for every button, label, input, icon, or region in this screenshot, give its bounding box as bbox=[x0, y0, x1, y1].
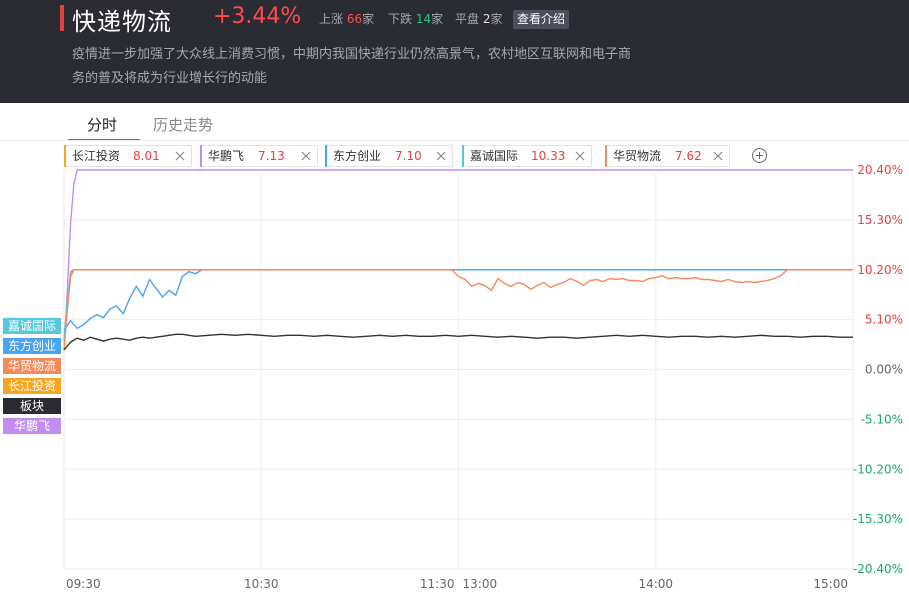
legend-tag: 华鹏飞 bbox=[3, 418, 61, 434]
y-tick-label: -10.20% bbox=[853, 462, 903, 476]
y-tick-label: -15.30% bbox=[853, 512, 903, 526]
chart-grid bbox=[63, 169, 854, 570]
legend-tag: 嘉诚国际 bbox=[3, 318, 61, 334]
x-tick-label: 13:00 bbox=[463, 577, 498, 591]
y-tick-label: 15.30% bbox=[857, 213, 903, 227]
x-tick-label: 15:00 bbox=[813, 577, 848, 591]
y-tick-label: 10.20% bbox=[857, 263, 903, 277]
legend-tag: 东方创业 bbox=[3, 338, 61, 354]
legend-tag: 长江投资 bbox=[3, 378, 61, 394]
x-tick-label: 11:30 bbox=[420, 577, 455, 591]
x-axis-labels: 09:30 10:30 11:30 13:00 14:00 15:00 bbox=[66, 577, 848, 591]
y-tick-label: -20.40% bbox=[853, 562, 903, 576]
intraday-chart: 20.40% 15.30% 10.20% 5.10% 0.00% -5.10% -10.20… bbox=[63, 163, 903, 591]
y-axis-labels: 20.40% 15.30% 10.20% 5.10% 0.00% -5.10% -10.20… bbox=[853, 163, 903, 576]
y-tick-label: 0.00% bbox=[865, 363, 903, 377]
y-tick-label: 5.10% bbox=[865, 313, 903, 327]
x-tick-label: 10:30 bbox=[244, 577, 279, 591]
y-tick-label: 20.40% bbox=[857, 163, 903, 177]
y-tick-label: -5.10% bbox=[861, 412, 903, 426]
legend-tag: 华贸物流 bbox=[3, 358, 61, 374]
legend-tag: 板块 bbox=[3, 398, 61, 414]
x-tick-label: 14:00 bbox=[638, 577, 673, 591]
x-tick-label: 09:30 bbox=[66, 577, 101, 591]
